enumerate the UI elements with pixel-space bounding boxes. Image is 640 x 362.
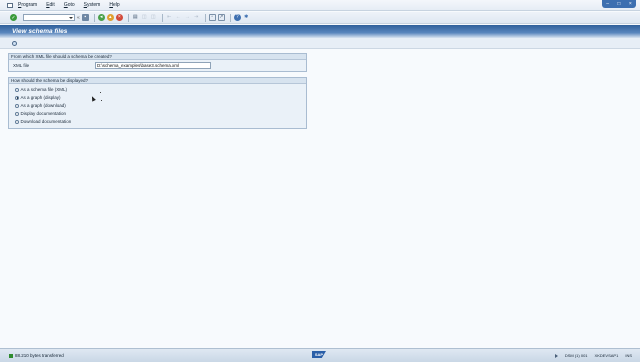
sap-logo: SAP [312,351,326,358]
toolbar-separator [93,13,95,22]
option-download-documentation[interactable]: Download documentation [15,119,71,124]
toolbar-separator [161,13,163,22]
success-status-icon [9,353,13,358]
radio-button[interactable] [15,111,19,116]
option-graph-download[interactable]: As a graph (download) [15,103,66,108]
xml-file-input[interactable] [95,62,211,69]
radio-button-selected[interactable] [15,95,19,100]
close-icon[interactable]: × [629,1,632,7]
xml-file-group-title: From which XML file should a schema be c… [9,54,306,60]
system-id: DSM (1) 001 [564,353,588,358]
status-message: 88.210 bytes transferred [15,353,64,358]
xml-file-label: XML file [13,63,30,68]
menu-system[interactable]: System [84,2,101,8]
standard-toolbar: ✓ « ▪ ◂ ▴ × ▤ ◫ ◫ ⇤ ← → ⇥ ▫ ↗ ? ✱ [0,12,640,24]
minimize-icon[interactable]: – [606,1,609,7]
option-schema-file-xml[interactable]: As a schema file (XML) [15,87,67,92]
menu-help[interactable]: Help [109,2,119,8]
application-toolbar [0,38,640,49]
expand-status-icon[interactable] [554,353,558,358]
menu-edit[interactable]: Edit [46,2,55,8]
server-name: XKDEVSAP1 [594,353,619,358]
execute-icon[interactable] [12,40,17,46]
toolbar-separator [229,13,231,22]
last-page-icon: ⇥ [194,14,199,20]
option-graph-display[interactable]: As a graph (display) [15,95,61,100]
toolbar-separator [127,13,129,22]
cancel-icon[interactable]: × [115,14,123,21]
option-label: As a graph (download) [20,103,66,108]
find-icon: ◫ [141,14,147,20]
window-controls: – □ × [602,0,636,8]
cursor-trail-dot [100,92,101,93]
save-icon[interactable]: ▪ [81,14,89,21]
exit-icon[interactable]: ▴ [106,14,114,21]
find-next-icon: ◫ [150,14,156,20]
display-options-group: How should the schema be displayed? As a… [8,77,307,129]
option-label: As a graph (display) [20,95,61,100]
radio-button[interactable] [15,103,19,108]
insert-mode: INS [625,353,632,358]
menu-goto[interactable]: Goto [64,2,75,8]
radio-button[interactable] [15,119,19,124]
first-page-icon: ⇤ [167,14,172,20]
radio-button[interactable] [15,87,19,92]
maximize-icon[interactable]: □ [617,1,620,7]
enter-check-icon[interactable]: ✓ [10,14,17,21]
back-icon[interactable]: ◂ [97,14,105,21]
prev-page-icon: ← [175,14,181,20]
option-label: As a schema file (XML) [20,87,68,92]
xml-file-group: From which XML file should a schema be c… [8,53,307,72]
option-label: Display documentation [20,111,67,116]
display-options-group-title: How should the schema be displayed? [9,78,306,84]
next-page-icon: → [184,14,190,20]
print-icon[interactable]: ▤ [132,14,139,21]
help-icon[interactable]: ? [233,14,241,21]
window-menu-icon[interactable] [7,2,13,8]
shortcut-icon[interactable]: ↗ [217,14,225,21]
new-session-icon[interactable]: ▫ [208,14,216,21]
toolbar-separator [204,13,206,22]
layout-icon[interactable]: ✱ [243,14,250,21]
option-display-documentation[interactable]: Display documentation [15,111,66,116]
menu-bar: Program Edit Goto System Help – □ × [0,0,640,11]
cursor-trail-dot [101,100,102,101]
system-info: DSM (1) 001 XKDEVSAP1 INS [554,353,632,358]
menu-program[interactable]: Program [18,2,37,8]
screen-title-bar: View schema files [0,25,640,38]
command-field-history-icon[interactable]: « [77,15,80,21]
page-title: View schema files [12,28,68,35]
option-label: Download documentation [20,119,72,124]
command-field[interactable] [23,14,75,21]
status-bar: 88.210 bytes transferred SAP DSM (1) 001… [0,348,640,362]
